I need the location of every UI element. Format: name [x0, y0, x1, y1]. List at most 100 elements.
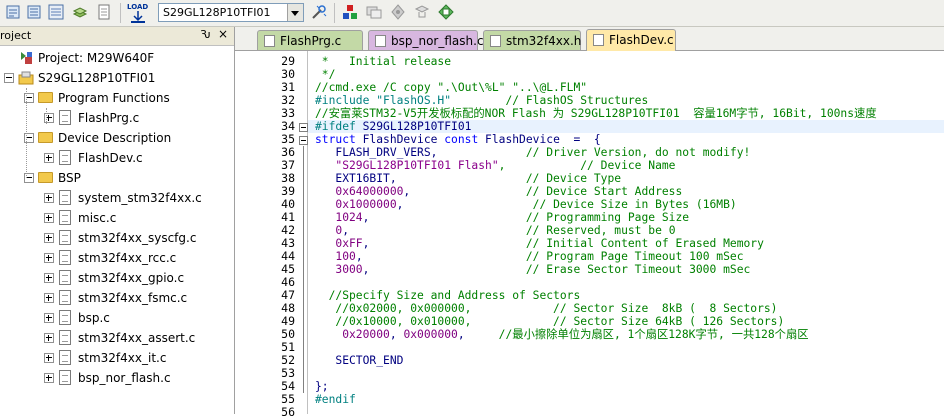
expand-icon[interactable] [44, 373, 54, 383]
tab-label: bsp_nor_flash.c [391, 34, 484, 48]
tree-file[interactable]: stm32f4xx_gpio.c [0, 268, 234, 288]
expand-icon[interactable] [44, 193, 54, 203]
tree-file[interactable]: FlashPrg.c [0, 108, 234, 128]
tree-file[interactable]: stm32f4xx_assert.c [0, 328, 234, 348]
code-line[interactable]: #include "FlashOS.H" // FlashOS Structur… [315, 94, 648, 107]
tab-flashdev-c[interactable]: FlashDev.c [586, 29, 676, 51]
tree-file[interactable]: stm32f4xx_syscfg.c [0, 228, 234, 248]
load-label: LOAD [127, 3, 149, 11]
expand-icon[interactable] [44, 253, 54, 263]
tree-file[interactable]: FlashDev.c [0, 148, 234, 168]
code-line[interactable]: 0, // Reserved, must be 0 [315, 224, 675, 237]
pin-icon[interactable]: Ԅ [200, 28, 211, 41]
target-select[interactable]: S29GL128P10TFI01 [158, 3, 304, 22]
options-icon[interactable] [390, 4, 406, 20]
code-line[interactable]: 0x1000000, // Device Size in Bytes (16MB… [315, 198, 736, 211]
expand-icon[interactable] [44, 333, 54, 343]
stop-build-icon[interactable] [72, 4, 88, 20]
code-line[interactable]: //cmd.exe /C copy ".\Out\%L" "..\@L.FLM" [315, 81, 587, 94]
code-line[interactable]: */ [315, 68, 336, 81]
code-line[interactable]: 1024, // Programming Page Size [315, 211, 689, 224]
tab-stm32f4xx-h[interactable]: stm32f4xx.h [483, 30, 581, 50]
batch-build-icon[interactable] [48, 4, 64, 20]
code-token: 100 [315, 250, 356, 263]
tree-file[interactable]: stm32f4xx_rcc.c [0, 248, 234, 268]
group-label: Program Functions [58, 91, 170, 105]
code-token: , [342, 224, 350, 237]
code-editor: FlashPrg.c bsp_nor_flash.c stm32f4xx.h Flas… [235, 27, 944, 419]
target-node[interactable]: S29GL128P10TFI01 [0, 68, 234, 88]
build-icon[interactable] [5, 4, 21, 20]
tab-label: FlashPrg.c [280, 34, 342, 48]
code-line[interactable]: EXT16BIT, // Device Type [315, 172, 621, 185]
code-token: // Initial Content of Erased Memory [369, 237, 764, 250]
close-icon[interactable]: × [218, 27, 228, 41]
file-label: system_stm32f4xx.c [78, 191, 202, 205]
code-line[interactable]: SECTOR_END [315, 354, 403, 367]
expand-icon[interactable] [44, 273, 54, 283]
expand-icon[interactable] [44, 213, 54, 223]
code-line[interactable]: 0xFF, // Initial Content of Erased Memor… [315, 237, 764, 250]
copy-icon[interactable] [96, 4, 112, 20]
tree-file[interactable]: stm32f4xx_it.c [0, 348, 234, 368]
code-token: , [389, 328, 404, 341]
tree-file[interactable]: stm32f4xx_fsmc.c [0, 288, 234, 308]
project-panel: roject Ԅ × Project: M29W640F S29GL128P10T… [0, 27, 235, 414]
rebuild-icon[interactable] [26, 4, 42, 20]
line-number: 56 [281, 405, 295, 419]
select-packs-icon[interactable] [366, 4, 382, 20]
tab-bsp-nor-flash-c[interactable]: bsp_nor_flash.c [368, 30, 484, 50]
code-line[interactable]: 3000, // Erase Sector Timeout 3000 mSec [315, 263, 750, 276]
expand-icon[interactable] [44, 153, 54, 163]
code-token: }; [315, 380, 329, 393]
code-token: // Program Page Timeout 100 mSec [362, 250, 744, 263]
tree-group[interactable]: Device Description [0, 128, 234, 148]
code-line[interactable]: }; [315, 380, 329, 393]
tree-file[interactable]: bsp.c [0, 308, 234, 328]
chevron-down-icon[interactable] [287, 4, 303, 21]
download-icon[interactable]: LOAD [127, 3, 149, 23]
code-token: S29GL128P10TFI01 [362, 120, 472, 133]
tab-flashprg-c[interactable]: FlashPrg.c [257, 30, 363, 50]
code-line[interactable]: 0x20000, 0x000000, //最小擦除单位为扇区, 1个扇区128K… [315, 328, 808, 341]
code-line[interactable]: 0x64000000, // Device Start Address [315, 185, 682, 198]
tree-file[interactable]: system_stm32f4xx.c [0, 188, 234, 208]
code-line[interactable]: FLASH_DRV_VERS, // Driver Version, do no… [315, 146, 750, 159]
code-line[interactable]: "S29GL128P10TFI01 Flash", // Device Name [315, 159, 675, 172]
code-line[interactable]: //0x02000, 0x000000, // Sector Size 8kB … [315, 302, 777, 315]
folder-icon [38, 132, 53, 143]
collapse-icon[interactable] [4, 73, 14, 83]
code-line[interactable]: //安富莱STM32-V5开发板标配的NOR Flash 为 S29GL128P… [315, 107, 877, 120]
code-line[interactable]: 100, // Program Page Timeout 100 mSec [315, 250, 744, 263]
tree-file[interactable]: bsp_nor_flash.c [0, 368, 234, 388]
file-icon [59, 310, 71, 325]
editor-tab-bar: FlashPrg.c bsp_nor_flash.c stm32f4xx.h Flas… [235, 27, 944, 51]
code-line[interactable]: #ifdef S29GL128P10TFI01 [315, 120, 471, 133]
line-number-gutter: 29 30 31 32 33 34 35 36 37 38 39 40 41 42 43 44 45 46 47 48… [235, 51, 299, 419]
code-token: 0x000000 [403, 328, 458, 341]
expand-icon[interactable] [44, 353, 54, 363]
tree-group[interactable]: BSP [0, 168, 234, 188]
code-token: #include "FlashOS.H" [315, 94, 452, 107]
tree-group[interactable]: Program Functions [0, 88, 234, 108]
target-options-icon[interactable] [311, 4, 327, 20]
code-line[interactable]: //Specify Size and Address of Sectors [315, 289, 581, 302]
code-token: // Device Type [396, 172, 622, 185]
file-icon [59, 330, 71, 345]
debug-settings-icon[interactable] [414, 4, 430, 20]
code-line[interactable]: #endif [315, 393, 356, 406]
code-line[interactable]: //0x10000, 0x010000, // Sector Size 64kB… [315, 315, 784, 328]
expand-icon[interactable] [44, 293, 54, 303]
expand-icon[interactable] [44, 233, 54, 243]
expand-icon[interactable] [44, 313, 54, 323]
packs-installer-icon[interactable] [438, 4, 454, 20]
manage-components-icon[interactable] [342, 4, 358, 20]
code-line[interactable]: * Initial release [315, 55, 451, 68]
code-line[interactable]: struct FlashDevice const FlashDevice = { [315, 133, 601, 146]
code-token: */ [315, 68, 336, 81]
tree-file[interactable]: misc.c [0, 208, 234, 228]
project-root[interactable]: Project: M29W640F [0, 48, 234, 68]
fold-collapse-icon[interactable] [299, 136, 308, 145]
target-select-value: S29GL128P10TFI01 [163, 6, 271, 19]
fold-collapse-icon[interactable] [299, 123, 308, 132]
